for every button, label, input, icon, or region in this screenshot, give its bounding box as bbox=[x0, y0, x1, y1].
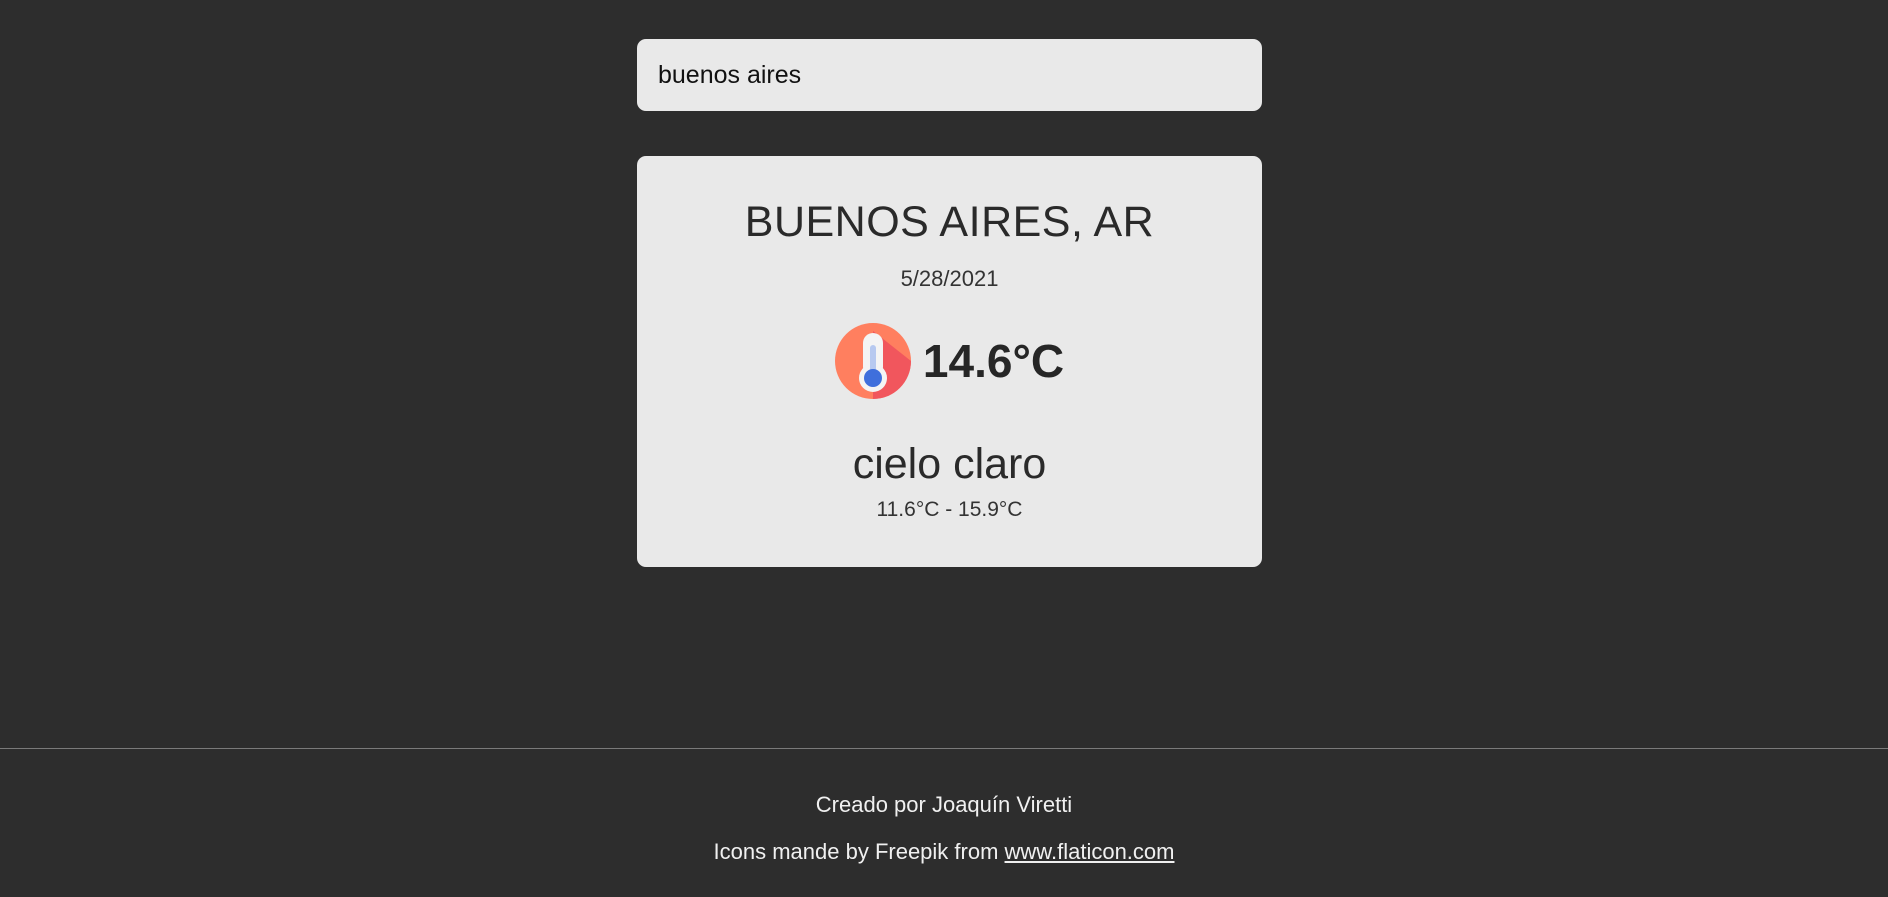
weather-app: BUENOS AIRES, AR 5/28/2021 14.6°C cielo … bbox=[0, 0, 1888, 897]
city-name: BUENOS AIRES, AR bbox=[744, 198, 1155, 246]
temperature-range: 11.6°C - 15.9°C bbox=[876, 498, 1023, 521]
weather-card: BUENOS AIRES, AR 5/28/2021 14.6°C cielo … bbox=[637, 156, 1262, 567]
footer-divider bbox=[0, 748, 1888, 749]
thermometer-icon bbox=[834, 323, 911, 399]
weather-description: cielo claro bbox=[852, 440, 1047, 488]
flaticon-link[interactable]: www.flaticon.com bbox=[1005, 839, 1175, 864]
attribution-text: Icons mande by Freepik from bbox=[713, 839, 1005, 864]
temperature: 14.6°C bbox=[922, 335, 1065, 387]
date: 5/28/2021 bbox=[900, 266, 999, 291]
footer-credit: Creado por Joaquín Viretti bbox=[815, 792, 1073, 817]
footer-attribution: Icons mande by Freepik from www.flaticon… bbox=[0, 839, 1888, 865]
search-box[interactable] bbox=[637, 39, 1262, 111]
temperature-row: 14.6°C bbox=[637, 322, 1262, 400]
search-input[interactable] bbox=[658, 60, 1241, 90]
